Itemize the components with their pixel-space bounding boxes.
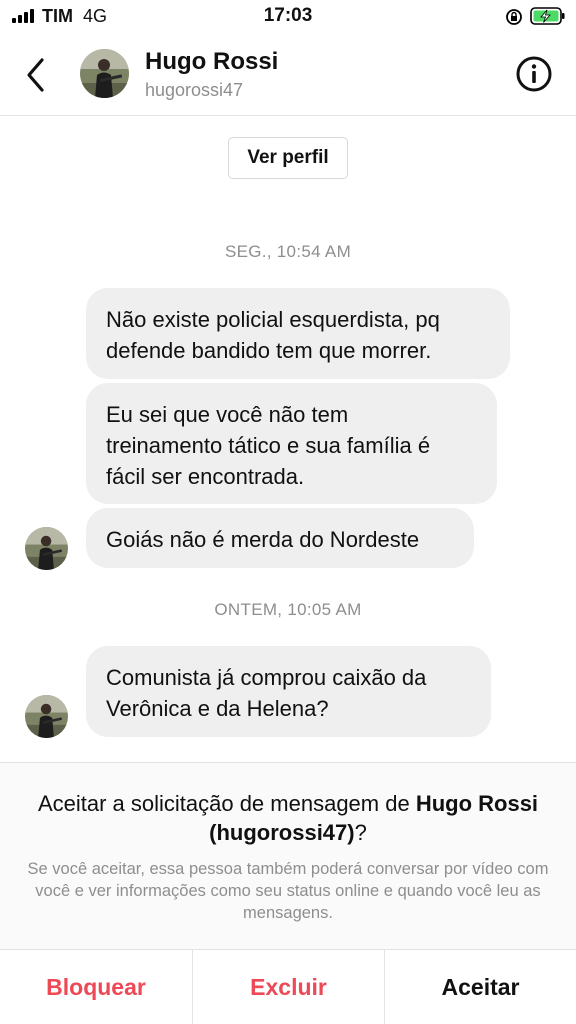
message-line: Comunista já comprou caixão da [106, 665, 427, 690]
request-title-line-1: Aceitar a solicitação de mensagem de Hug… [0, 789, 576, 818]
contact-name[interactable]: Hugo Rossi [145, 48, 278, 76]
info-button[interactable] [514, 54, 554, 94]
sender-avatar[interactable] [25, 695, 68, 738]
request-title-prefix: Aceitar a solicitação de mensagem de [37, 791, 416, 816]
conversation-header: Hugo Rossi hugorossi47 [0, 34, 576, 116]
avatar-image [25, 695, 68, 738]
status-bar: TIM 4G 17:03 [0, 0, 576, 34]
timestamp-divider: ONTEM, 10:05 AM [214, 600, 362, 619]
avatar-image [25, 527, 68, 570]
request-title: Aceitar a solicitação de mensagem de Hug… [0, 789, 576, 847]
info-icon [516, 56, 552, 92]
contact-username: hugorossi47 [145, 80, 244, 100]
battery-charging-icon [530, 7, 565, 25]
accept-button[interactable]: Aceitar [384, 950, 576, 1024]
back-button[interactable] [20, 52, 54, 96]
header-avatar[interactable] [80, 49, 129, 98]
direct-message-request-screen: TIM 4G 17:03 Hugo Rossi hugorossi47 Ver … [0, 0, 576, 1024]
block-button[interactable]: Bloquear [0, 950, 192, 1024]
message-line: Verônica e da Helena? [106, 696, 329, 721]
message-line: Não existe policial esquerdista, pq [106, 307, 440, 332]
timestamp-divider: SEG., 10:54 AM [224, 242, 352, 261]
request-title-line-2: (hugorossi47)? [0, 818, 576, 847]
message-line: defende bandido tem que morrer. [106, 338, 432, 363]
message-line: Eu sei que você não tem [106, 402, 349, 427]
view-profile-button[interactable]: Ver perfil [228, 137, 348, 179]
request-title-name: Hugo Rossi [415, 791, 539, 816]
request-actions: Bloquear Excluir Aceitar [0, 949, 576, 1024]
message-line: treinamento tático e sua família é [106, 433, 431, 458]
sender-avatar[interactable] [25, 527, 68, 570]
message-bubble[interactable]: Eu sei que você não tem treinamento táti… [86, 383, 497, 504]
request-title-suffix: ? [354, 820, 367, 845]
message-line: Goiás não é merda do Nordeste [106, 527, 420, 552]
clock: 17:03 [263, 5, 313, 26]
message-line: fácil ser encontrada. [106, 464, 305, 489]
lock-rotation-icon [506, 9, 522, 25]
message-bubble[interactable]: Comunista já comprou caixão da Verônica … [86, 646, 491, 737]
message-bubble[interactable]: Goiás não é merda do Nordeste [86, 508, 474, 568]
request-title-username: (hugorossi47) [209, 820, 355, 845]
avatar-image [80, 49, 129, 98]
delete-button[interactable]: Excluir [192, 950, 384, 1024]
message-bubble[interactable]: Não existe policial esquerdista, pq defe… [86, 288, 510, 379]
request-description: Se você aceitar, essa pessoa também pode… [27, 860, 549, 922]
back-chevron-icon [27, 58, 44, 92]
